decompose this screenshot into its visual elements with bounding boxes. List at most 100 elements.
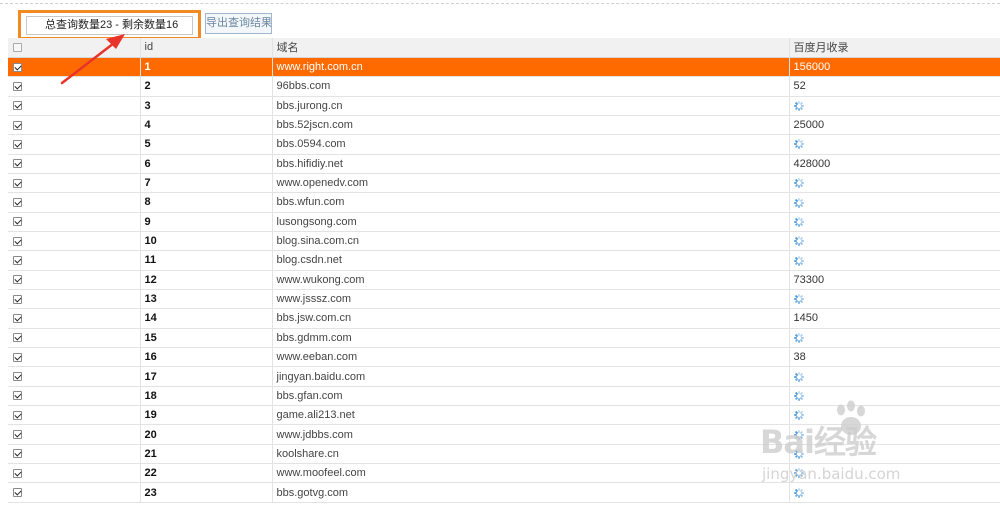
row-checkbox[interactable] — [13, 372, 22, 382]
row-checkbox[interactable] — [13, 217, 22, 227]
select-all-checkbox[interactable] — [13, 43, 22, 53]
row-select-cell — [8, 482, 141, 503]
loading-spinner-icon — [793, 429, 804, 440]
loading-spinner-icon — [793, 332, 804, 343]
table-row[interactable]: 22 www.moofeel.com — [8, 463, 1000, 484]
row-checkbox[interactable] — [13, 314, 22, 324]
table-row[interactable]: 8 bbs.wfun.com — [8, 192, 1000, 213]
row-checkbox[interactable] — [13, 256, 22, 266]
row-baidu-indexed: 73300 — [789, 270, 1000, 290]
row-checkbox[interactable] — [13, 275, 22, 285]
table-row[interactable]: 10 blog.sina.com.cn — [8, 231, 1000, 252]
row-checkbox[interactable] — [13, 410, 22, 420]
row-select-cell — [8, 57, 141, 78]
table-row[interactable]: 20 www.jdbbs.com — [8, 424, 1000, 445]
table-row[interactable]: 17 jingyan.baidu.com — [8, 366, 1000, 387]
row-checkbox[interactable] — [13, 139, 22, 149]
row-baidu-indexed — [789, 173, 1000, 194]
table-row[interactable]: 3 bbs.jurong.cn — [8, 96, 1000, 116]
row-checkbox[interactable] — [13, 101, 22, 111]
row-baidu-indexed — [789, 192, 1000, 213]
row-baidu-indexed — [789, 463, 1000, 484]
table-row[interactable]: 9 lusongsong.com — [8, 212, 1000, 232]
row-domain: bbs.gfan.com — [272, 386, 790, 407]
row-checkbox[interactable] — [13, 352, 22, 362]
row-domain: bbs.gotvg.com — [272, 482, 790, 503]
table-header-row: id 域名 百度月收录 — [8, 38, 1000, 58]
row-baidu-indexed — [789, 386, 1000, 407]
row-domain: www.moofeel.com — [272, 463, 790, 484]
row-checkbox[interactable] — [13, 468, 22, 478]
table-row[interactable]: 2 96bbs.com 52 — [8, 76, 1000, 97]
column-header-baidu-monthly-indexed[interactable]: 百度月收录 — [789, 38, 1000, 58]
row-select-cell — [8, 386, 141, 407]
loading-spinner-icon — [793, 487, 804, 498]
table-row[interactable]: 14 bbs.jsw.com.cn 1450 — [8, 308, 1000, 329]
table-row[interactable]: 18 bbs.gfan.com — [8, 386, 1000, 407]
query-results-page: 总查询数量23 - 剩余数量16 导出查询结果 id 域名 百度月收录 1 www… — [0, 0, 1000, 510]
table-row[interactable]: 23 bbs.gotvg.com — [8, 482, 1000, 503]
row-select-cell — [8, 76, 141, 97]
row-id: 22 — [140, 463, 273, 484]
row-id: 20 — [140, 424, 273, 445]
table-row[interactable]: 16 www.eeban.com 38 — [8, 347, 1000, 368]
row-id: 1 — [140, 57, 273, 78]
row-baidu-indexed — [789, 405, 1000, 426]
row-checkbox[interactable] — [13, 178, 22, 188]
row-select-cell — [8, 212, 141, 232]
row-id: 19 — [140, 405, 273, 426]
row-select-cell — [8, 424, 141, 445]
loading-spinner-icon — [793, 100, 804, 111]
row-select-cell — [8, 173, 141, 194]
table-row[interactable]: 19 game.ali213.net — [8, 405, 1000, 426]
table-row[interactable]: 4 bbs.52jscn.com 25000 — [8, 115, 1000, 136]
row-id: 10 — [140, 231, 273, 252]
row-baidu-indexed — [789, 134, 1000, 155]
row-domain: jingyan.baidu.com — [272, 366, 790, 387]
table-row[interactable]: 7 www.openedv.com — [8, 173, 1000, 194]
loading-spinner-icon — [793, 410, 804, 421]
row-checkbox[interactable] — [13, 159, 22, 169]
row-id: 4 — [140, 115, 273, 136]
row-checkbox[interactable] — [13, 488, 22, 498]
loading-spinner-icon — [793, 197, 804, 208]
row-checkbox[interactable] — [13, 198, 22, 208]
query-count-status: 总查询数量23 - 剩余数量16 — [26, 16, 193, 35]
loading-spinner-icon — [793, 371, 804, 382]
row-checkbox[interactable] — [13, 236, 22, 246]
table-row[interactable]: 1 www.right.com.cn 156000 — [8, 57, 1000, 78]
row-checkbox[interactable] — [13, 62, 22, 72]
select-all-header — [8, 38, 141, 58]
row-baidu-indexed — [789, 250, 1000, 271]
row-domain: 96bbs.com — [272, 76, 790, 97]
row-id: 5 — [140, 134, 273, 155]
table-row[interactable]: 12 www.wukong.com 73300 — [8, 270, 1000, 290]
table-row[interactable]: 6 bbs.hifidiy.net 428000 — [8, 154, 1000, 174]
table-row[interactable]: 21 koolshare.cn — [8, 444, 1000, 465]
export-results-button[interactable]: 导出查询结果 — [205, 13, 272, 34]
row-select-cell — [8, 115, 141, 136]
table-row[interactable]: 13 www.jsssz.com — [8, 289, 1000, 310]
column-header-id[interactable]: id — [140, 38, 273, 58]
row-select-cell — [8, 289, 141, 310]
row-baidu-indexed — [789, 328, 1000, 349]
row-checkbox[interactable] — [13, 294, 22, 304]
table-row[interactable]: 11 blog.csdn.net — [8, 250, 1000, 271]
row-baidu-indexed — [789, 366, 1000, 387]
row-id: 14 — [140, 308, 273, 329]
row-id: 6 — [140, 154, 273, 174]
row-checkbox[interactable] — [13, 333, 22, 343]
row-checkbox[interactable] — [13, 81, 22, 91]
row-checkbox[interactable] — [13, 120, 22, 130]
row-select-cell — [8, 134, 141, 155]
row-domain: game.ali213.net — [272, 405, 790, 426]
row-checkbox[interactable] — [13, 449, 22, 459]
row-select-cell — [8, 308, 141, 329]
table-row[interactable]: 5 bbs.0594.com — [8, 134, 1000, 155]
row-checkbox[interactable] — [13, 391, 22, 401]
row-domain: www.jdbbs.com — [272, 424, 790, 445]
table-row[interactable]: 15 bbs.gdmm.com — [8, 328, 1000, 349]
row-checkbox[interactable] — [13, 430, 22, 440]
row-baidu-indexed: 428000 — [789, 154, 1000, 174]
column-header-domain[interactable]: 域名 — [272, 38, 790, 58]
